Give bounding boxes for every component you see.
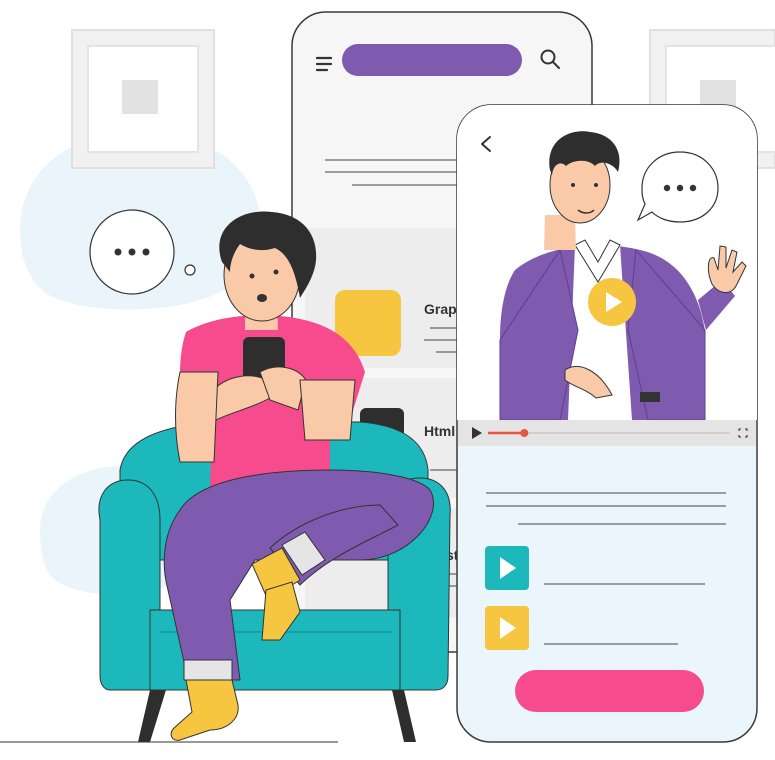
wall-frame-left bbox=[71, 29, 215, 169]
video-progress-knob[interactable] bbox=[520, 429, 529, 437]
enroll-button[interactable] bbox=[515, 670, 704, 712]
front-phone bbox=[456, 104, 758, 743]
illustration-scene: Grap Html st bbox=[0, 11, 775, 743]
back-phone-search-bar[interactable] bbox=[342, 44, 522, 76]
video-play-button[interactable] bbox=[588, 278, 636, 326]
course-title: Html bbox=[424, 423, 455, 439]
course-title: Grap bbox=[424, 301, 457, 317]
